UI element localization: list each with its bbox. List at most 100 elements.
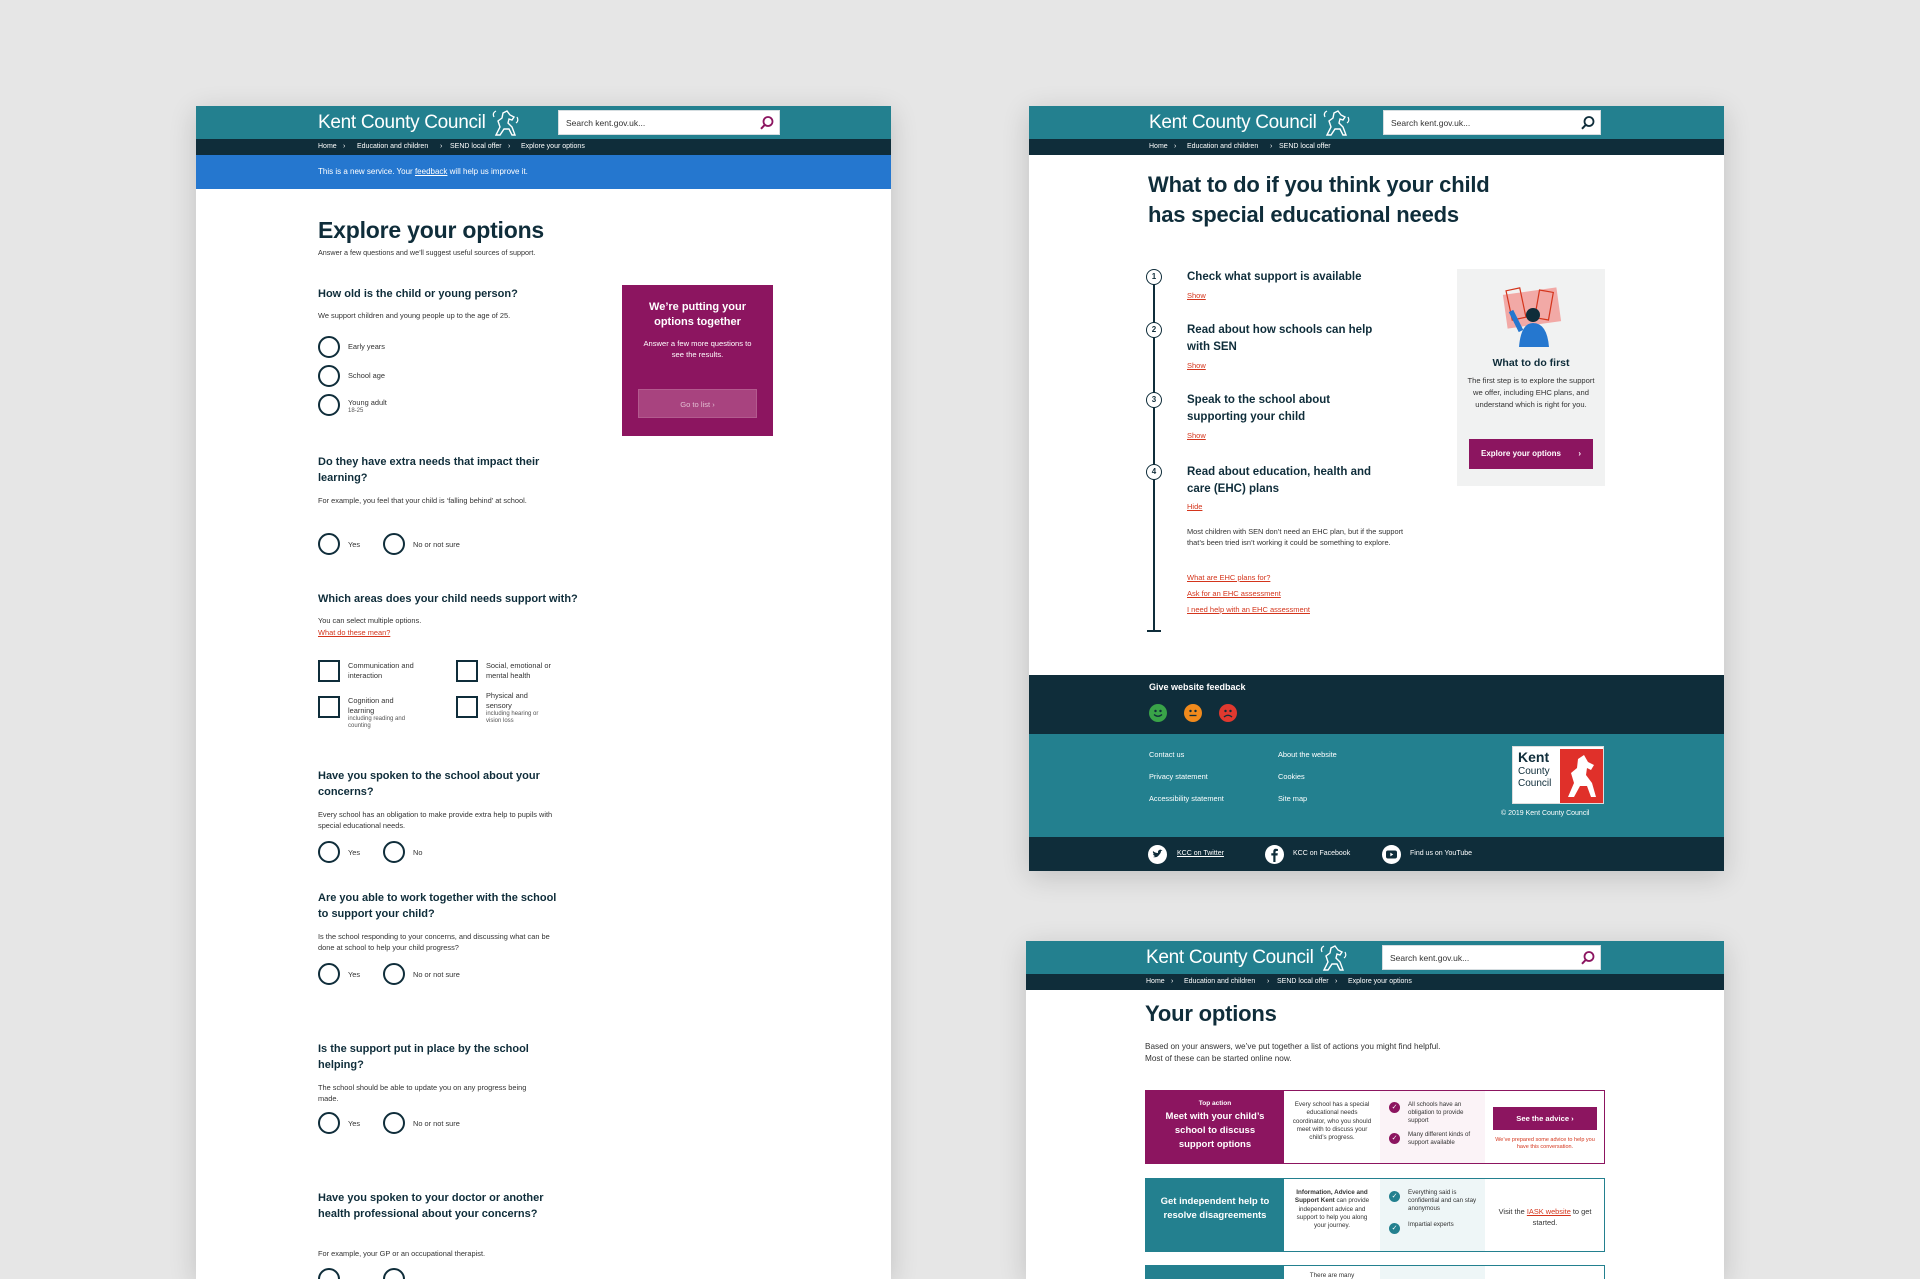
crumb-education[interactable]: Education and children	[1184, 978, 1255, 985]
page-title: What to do if you think your child has s…	[1148, 172, 1490, 227]
iask-website-link[interactable]: IASK website	[1527, 1207, 1571, 1216]
crumb-send[interactable]: SEND local offer	[1279, 143, 1331, 150]
sad-face-icon[interactable]	[1219, 704, 1237, 722]
youtube-icon[interactable]	[1382, 845, 1401, 864]
crumb-home[interactable]: Home	[1146, 978, 1165, 985]
crumb-explore[interactable]: Explore your options	[1348, 978, 1412, 985]
site-header: Kent County Council Search kent.gov.uk..…	[196, 106, 891, 139]
twitter-icon[interactable]	[1148, 845, 1167, 864]
question-support-helping-hint: The school should be able to update you …	[318, 1083, 527, 1103]
step-toggle-link[interactable]: Show	[1187, 361, 1206, 370]
ehc-assessment-link[interactable]: Ask for an EHC assessment	[1187, 589, 1281, 598]
radio-work-together-yes[interactable]	[318, 963, 340, 985]
tick-icon: ✓	[1389, 1223, 1400, 1234]
search-input[interactable]: Search kent.gov.uk...	[558, 110, 780, 135]
radio-no-label: No or not sure	[413, 1119, 460, 1128]
radio-young-adult[interactable]	[318, 394, 340, 416]
ehc-help-link[interactable]: I need help with an EHC assessment	[1187, 605, 1310, 614]
chevron-right-icon: ›	[343, 143, 346, 150]
crumb-education[interactable]: Education and children	[1187, 143, 1258, 150]
radio-early-years[interactable]	[318, 336, 340, 358]
question-spoken-doctor-hint: For example, your GP or an occupational …	[318, 1249, 486, 1258]
step-toggle-link[interactable]: Hide	[1187, 502, 1202, 511]
option-label: Get independent help to resolve disagree…	[1146, 1179, 1284, 1251]
footer-link-privacy[interactable]: Privacy statement	[1149, 772, 1208, 781]
radio-extra-needs-no[interactable]	[383, 533, 405, 555]
ehc-plans-link[interactable]: What are EHC plans for?	[1187, 573, 1270, 582]
footer-link-about[interactable]: About the website	[1278, 750, 1337, 759]
search-input[interactable]: Search kent.gov.uk...	[1382, 945, 1601, 970]
neutral-face-icon[interactable]	[1184, 704, 1202, 722]
benefit-text: All schools have an obligation to provid…	[1408, 1101, 1464, 1124]
what-do-these-mean-link[interactable]: What do these mean?	[318, 627, 553, 638]
checkbox-social-emotional[interactable]	[456, 660, 478, 682]
visit-iask-text: Visit the IASK website to get started.	[1495, 1206, 1595, 1228]
crumb-home[interactable]: Home	[1149, 143, 1168, 150]
chevron-right-icon: ›	[1171, 978, 1174, 985]
site-logo-text[interactable]: Kent County Council	[318, 112, 486, 134]
chevron-right-icon: ›	[712, 400, 715, 409]
crumb-send[interactable]: SEND local offer	[1277, 978, 1329, 985]
question-spoken-school-hint: Every school has an obligation to make p…	[318, 810, 553, 830]
what-to-do-first-panel: What to do first The first step is to ex…	[1457, 269, 1605, 486]
option-benefits: ✓ Everything said is confidential and ca…	[1380, 1179, 1485, 1251]
radio-school-age-label: School age	[348, 371, 385, 380]
crumb-home[interactable]: Home	[318, 143, 337, 150]
radio-work-together-no[interactable]	[383, 963, 405, 985]
checkbox-physical-sensory-label: Physical and sensory including hearing or…	[486, 691, 554, 725]
facebook-link[interactable]: KCC on Facebook	[1293, 850, 1350, 857]
radio-doctor-no[interactable]	[383, 1268, 405, 1279]
checkbox-cognition[interactable]	[318, 696, 340, 718]
crumb-send[interactable]: SEND local offer	[450, 143, 502, 150]
step-toggle-link[interactable]: Show	[1187, 431, 1206, 440]
step-toggle-link[interactable]: Show	[1187, 291, 1206, 300]
option-label: Top action Meet with your child’s school…	[1146, 1091, 1284, 1163]
feedback-link[interactable]: feedback	[415, 167, 447, 176]
twitter-link[interactable]: KCC on Twitter	[1177, 850, 1224, 857]
search-icon[interactable]	[1580, 950, 1596, 966]
option-benefits	[1380, 1266, 1485, 1279]
search-icon[interactable]	[759, 115, 775, 131]
checkbox-social-emotional-label: Social, emotional or mental health	[486, 661, 551, 680]
site-logo-text[interactable]: Kent County Council	[1149, 112, 1317, 134]
search-input[interactable]: Search kent.gov.uk...	[1383, 110, 1601, 135]
checkbox-communication[interactable]	[318, 660, 340, 682]
option-action: Visit the IASK website to get started.	[1485, 1179, 1606, 1251]
young-adult-text: Young adult	[348, 398, 387, 407]
cognition-sub: including reading and counting	[348, 716, 406, 729]
invicta-horse-icon	[1320, 945, 1347, 971]
explore-options-button[interactable]: Explore your options ›	[1469, 439, 1593, 469]
question-support-areas: Which areas does your child needs suppor…	[318, 593, 578, 605]
footer-link-contact[interactable]: Contact us	[1149, 750, 1184, 759]
radio-school-age[interactable]	[318, 365, 340, 387]
option-label	[1146, 1266, 1284, 1279]
crumb-explore[interactable]: Explore your options	[521, 143, 585, 150]
option-description: Every school has a special educational n…	[1292, 1101, 1372, 1142]
footer-link-accessibility[interactable]: Accessibility statement	[1149, 794, 1224, 803]
radio-spoken-no[interactable]	[383, 841, 405, 863]
step-title: Speak to the school about supporting you…	[1187, 394, 1331, 423]
what-to-do-page: Kent County Council Search kent.gov.uk..…	[1029, 106, 1724, 871]
checkbox-physical-sensory[interactable]	[456, 696, 478, 718]
radio-doctor-yes[interactable]	[318, 1268, 340, 1279]
footer-link-cookies[interactable]: Cookies	[1278, 772, 1305, 781]
facebook-icon[interactable]	[1265, 845, 1284, 864]
search-icon[interactable]	[1580, 115, 1596, 131]
radio-helping-no[interactable]	[383, 1112, 405, 1134]
chevron-right-icon: ›	[1571, 1114, 1574, 1123]
option-action: See the advice › We’ve prepared some adv…	[1485, 1091, 1606, 1163]
youtube-link[interactable]: Find us on YouTube	[1410, 850, 1472, 857]
happy-face-icon[interactable]	[1149, 704, 1167, 722]
chevron-right-icon: ›	[440, 143, 443, 150]
see-advice-button[interactable]: See the advice ›	[1493, 1107, 1597, 1130]
radio-yes-label: Yes	[348, 540, 361, 549]
radio-extra-needs-yes[interactable]	[318, 533, 340, 555]
site-logo-text[interactable]: Kent County Council	[1146, 947, 1314, 969]
radio-helping-yes[interactable]	[318, 1112, 340, 1134]
crumb-education[interactable]: Education and children	[357, 143, 428, 150]
go-to-list-button[interactable]: Go to list ›	[638, 389, 757, 418]
option-title: Meet with your child’s school to discuss…	[1165, 1111, 1265, 1150]
radio-spoken-yes[interactable]	[318, 841, 340, 863]
footer-link-sitemap[interactable]: Site map	[1278, 794, 1307, 803]
feedback-strip: Give website feedback	[1029, 675, 1724, 734]
